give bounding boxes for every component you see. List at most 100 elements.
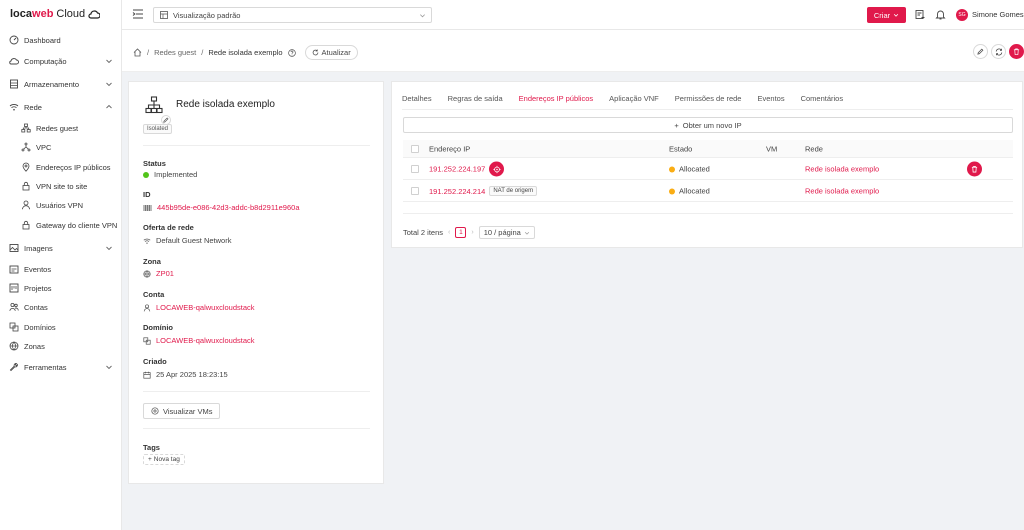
- sidebar-item-rede[interactable]: Rede: [0, 98, 122, 116]
- restart-button[interactable]: [991, 44, 1006, 59]
- column-network[interactable]: Rede: [805, 144, 823, 153]
- add-project-icon[interactable]: [915, 9, 926, 20]
- sidebar-item-dominios[interactable]: Domínios: [0, 318, 122, 336]
- home-icon[interactable]: [133, 48, 142, 57]
- status-label: Status: [143, 159, 166, 168]
- sidebar-item-projetos[interactable]: Projetos: [0, 279, 122, 297]
- breadcrumb-bar: / Redes guest / Rede isolada exemplo Atu…: [122, 30, 1024, 72]
- sidebar-item-vpn-site[interactable]: VPN site to site: [0, 177, 122, 195]
- ip-link[interactable]: 191.252.224.197: [429, 165, 485, 174]
- sidebar-item-eventos[interactable]: Eventos: [0, 260, 122, 278]
- network-link[interactable]: Rede isolada exemplo: [805, 165, 879, 174]
- sidebar-item-label: Imagens: [24, 243, 53, 253]
- sidebar-item-gateway-vpn[interactable]: Gateway do cliente VPN: [0, 216, 122, 234]
- sidebar-item-ferramentas[interactable]: Ferramentas: [0, 358, 122, 376]
- tab-comentarios[interactable]: Comentários: [801, 94, 844, 110]
- divider: [143, 428, 370, 429]
- project-icon: [9, 283, 19, 293]
- tab-enderecos-ip[interactable]: Endereços IP públicos: [518, 94, 593, 110]
- page-1[interactable]: 1: [455, 227, 467, 238]
- chevron-left-icon[interactable]: ‹: [448, 229, 450, 236]
- dashboard-icon: [9, 35, 19, 45]
- offering-text: Default Guest Network: [156, 236, 232, 245]
- schedule-icon: [9, 264, 19, 274]
- plus-icon: +: [148, 456, 152, 463]
- account-link[interactable]: LOCAWEB-qalwuxcloudstack: [156, 303, 255, 312]
- page-size-select[interactable]: 10 / página: [478, 226, 535, 239]
- column-state[interactable]: Estado: [669, 144, 692, 153]
- chevron-down-icon: [106, 246, 112, 251]
- user-name[interactable]: Simone Gomes: [972, 10, 1024, 19]
- sidebar-item-label: Zonas: [24, 341, 45, 351]
- sidebar-item-label: Dashboard: [24, 35, 61, 45]
- target-icon: [493, 165, 501, 173]
- edit-button[interactable]: [973, 44, 988, 59]
- sidebar-item-computacao[interactable]: Computação: [0, 52, 122, 70]
- sidebar-item-armazenamento[interactable]: Armazenamento: [0, 75, 122, 93]
- view-vms-button[interactable]: Visualizar VMs: [143, 403, 221, 419]
- domain-link[interactable]: LOCAWEB-qalwuxcloudstack: [156, 336, 255, 345]
- tab-aplicacao-vnf[interactable]: Aplicação VNF: [609, 94, 659, 110]
- status-dot: [143, 171, 149, 178]
- chevron-right-icon[interactable]: ›: [471, 229, 473, 236]
- source-nat-button[interactable]: [489, 161, 505, 177]
- question-icon[interactable]: [287, 48, 296, 57]
- wifi-icon: [143, 238, 151, 244]
- sidebar-item-usuarios-vpn[interactable]: Usuários VPN: [0, 196, 122, 214]
- brand-logo[interactable]: locaweb Cloud: [10, 8, 101, 20]
- divider: [143, 391, 370, 392]
- chevron-down-icon: [106, 59, 112, 64]
- bell-icon[interactable]: [935, 9, 946, 20]
- get-new-ip-button[interactable]: + Obter um novo IP: [403, 117, 1013, 133]
- tab-detalhes[interactable]: Detalhes: [402, 94, 432, 110]
- calendar-icon: [143, 371, 151, 379]
- select-all-checkbox[interactable]: [411, 144, 419, 153]
- location-icon: [21, 162, 31, 172]
- globe-icon: [143, 269, 151, 278]
- state-dot: [669, 188, 675, 194]
- column-vm[interactable]: VM: [766, 144, 777, 153]
- view-select-value: Visualização padrão: [173, 10, 241, 20]
- user-icon: [21, 200, 31, 210]
- chevron-down-icon: [893, 13, 899, 17]
- zone-link[interactable]: ZP01: [156, 269, 174, 278]
- tab-eventos[interactable]: Eventos: [757, 94, 784, 110]
- table-header: Endereço IP Estado VM Rede: [403, 140, 1013, 158]
- created-text: 25 Apr 2025 18:23:15: [156, 370, 228, 379]
- network-link[interactable]: Rede isolada exemplo: [805, 187, 879, 196]
- state-text: Allocated: [679, 186, 710, 196]
- breadcrumb-redes-guest[interactable]: Redes guest: [154, 48, 196, 57]
- view-select[interactable]: Visualização padrão: [153, 7, 432, 23]
- chevron-down-icon: [106, 82, 112, 87]
- sidebar-item-imagens[interactable]: Imagens: [0, 239, 122, 257]
- refresh-button[interactable]: Atualizar: [304, 45, 358, 60]
- user-icon: [143, 303, 151, 311]
- row-checkbox[interactable]: [411, 165, 419, 173]
- tab-regras-saida[interactable]: Regras de saída: [448, 94, 503, 110]
- sidebar-item-label: VPN site to site: [36, 181, 88, 191]
- sidebar-item-zonas[interactable]: Zonas: [0, 337, 122, 355]
- plus-icon: +: [674, 120, 679, 130]
- row-checkbox[interactable]: [411, 187, 419, 195]
- sidebar-item-redes-guest[interactable]: Redes guest: [0, 119, 122, 137]
- sidebar-item-enderecos-ip[interactable]: Endereços IP públicos: [0, 158, 122, 176]
- id-link[interactable]: 445b95de-e086-42d3-addc-b8d2911e960a: [157, 203, 300, 212]
- sidebar-item-label: Eventos: [24, 264, 52, 274]
- block-icon: [143, 336, 151, 345]
- column-ip[interactable]: Endereço IP: [429, 144, 470, 153]
- tab-permissoes-rede[interactable]: Permissões de rede: [675, 94, 742, 110]
- sidebar-item-contas[interactable]: Contas: [0, 298, 122, 316]
- domain-value: LOCAWEB-qalwuxcloudstack: [143, 336, 255, 345]
- sidebar-item-vpc[interactable]: VPC: [0, 138, 122, 156]
- ip-link[interactable]: 191.252.224.214: [429, 187, 485, 196]
- avatar[interactable]: SG: [956, 9, 968, 21]
- network-title: Rede isolada exemplo: [176, 99, 275, 110]
- release-ip-button[interactable]: [967, 161, 982, 177]
- status-value: Implemented: [143, 170, 197, 179]
- menu-fold-icon[interactable]: [132, 8, 144, 20]
- create-button[interactable]: Criar: [867, 7, 906, 23]
- sidebar-item-dashboard[interactable]: Dashboard: [0, 31, 122, 49]
- delete-network-button[interactable]: [1009, 44, 1024, 59]
- new-tag-button[interactable]: + Nova tag: [143, 454, 185, 465]
- network-icon: [145, 96, 163, 114]
